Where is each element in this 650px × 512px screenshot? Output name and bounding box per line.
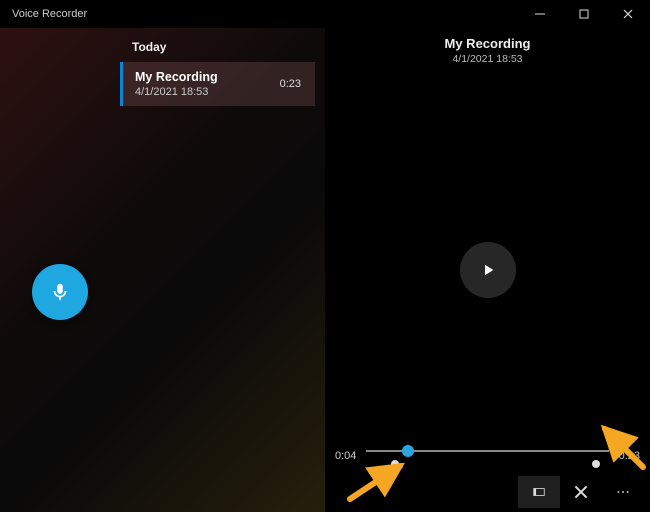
section-header-today: Today — [120, 34, 325, 60]
detail-header: My Recording 4/1/2021 18:53 — [325, 36, 650, 65]
recording-title: My Recording — [135, 70, 272, 84]
recording-datetime: 4/1/2021 18:53 — [135, 86, 272, 98]
close-icon — [574, 485, 588, 499]
record-button[interactable] — [32, 264, 88, 320]
more-icon — [616, 485, 630, 499]
seek-thumb[interactable] — [402, 445, 414, 457]
timeline: 0:04 0:23 — [335, 444, 640, 468]
recordings-list: Today My Recording 4/1/2021 18:53 0:23 — [120, 34, 325, 512]
close-button[interactable] — [606, 0, 650, 28]
seek-track[interactable] — [366, 444, 608, 468]
more-button[interactable] — [602, 476, 644, 508]
trim-icon — [532, 485, 546, 499]
detail-datetime: 4/1/2021 18:53 — [325, 53, 650, 65]
marker-dot[interactable] — [592, 460, 600, 468]
detail-pane: My Recording 4/1/2021 18:53 0:04 0:23 — [325, 28, 650, 512]
maximize-icon — [579, 9, 589, 19]
left-pane: Today My Recording 4/1/2021 18:53 0:23 — [0, 28, 325, 512]
recording-item[interactable]: My Recording 4/1/2021 18:53 0:23 — [120, 62, 315, 106]
trim-button[interactable] — [518, 476, 560, 508]
recording-duration: 0:23 — [272, 78, 301, 90]
minimize-button[interactable] — [518, 0, 562, 28]
bottom-toolbar — [518, 476, 644, 508]
delete-button[interactable] — [560, 476, 602, 508]
marker-row — [366, 460, 608, 470]
detail-title: My Recording — [325, 36, 650, 51]
play-button[interactable] — [460, 242, 516, 298]
titlebar: Voice Recorder — [0, 0, 650, 28]
marker-dot[interactable] — [391, 460, 399, 468]
total-time: 0:23 — [619, 450, 640, 462]
close-icon — [623, 9, 633, 19]
play-icon — [479, 261, 497, 279]
maximize-button[interactable] — [562, 0, 606, 28]
app-window: Voice Recorder Today My Recording 4/1/20… — [0, 0, 650, 512]
current-time: 0:04 — [335, 450, 356, 462]
minimize-icon — [535, 9, 545, 19]
microphone-icon — [49, 281, 71, 303]
app-title: Voice Recorder — [0, 8, 87, 20]
